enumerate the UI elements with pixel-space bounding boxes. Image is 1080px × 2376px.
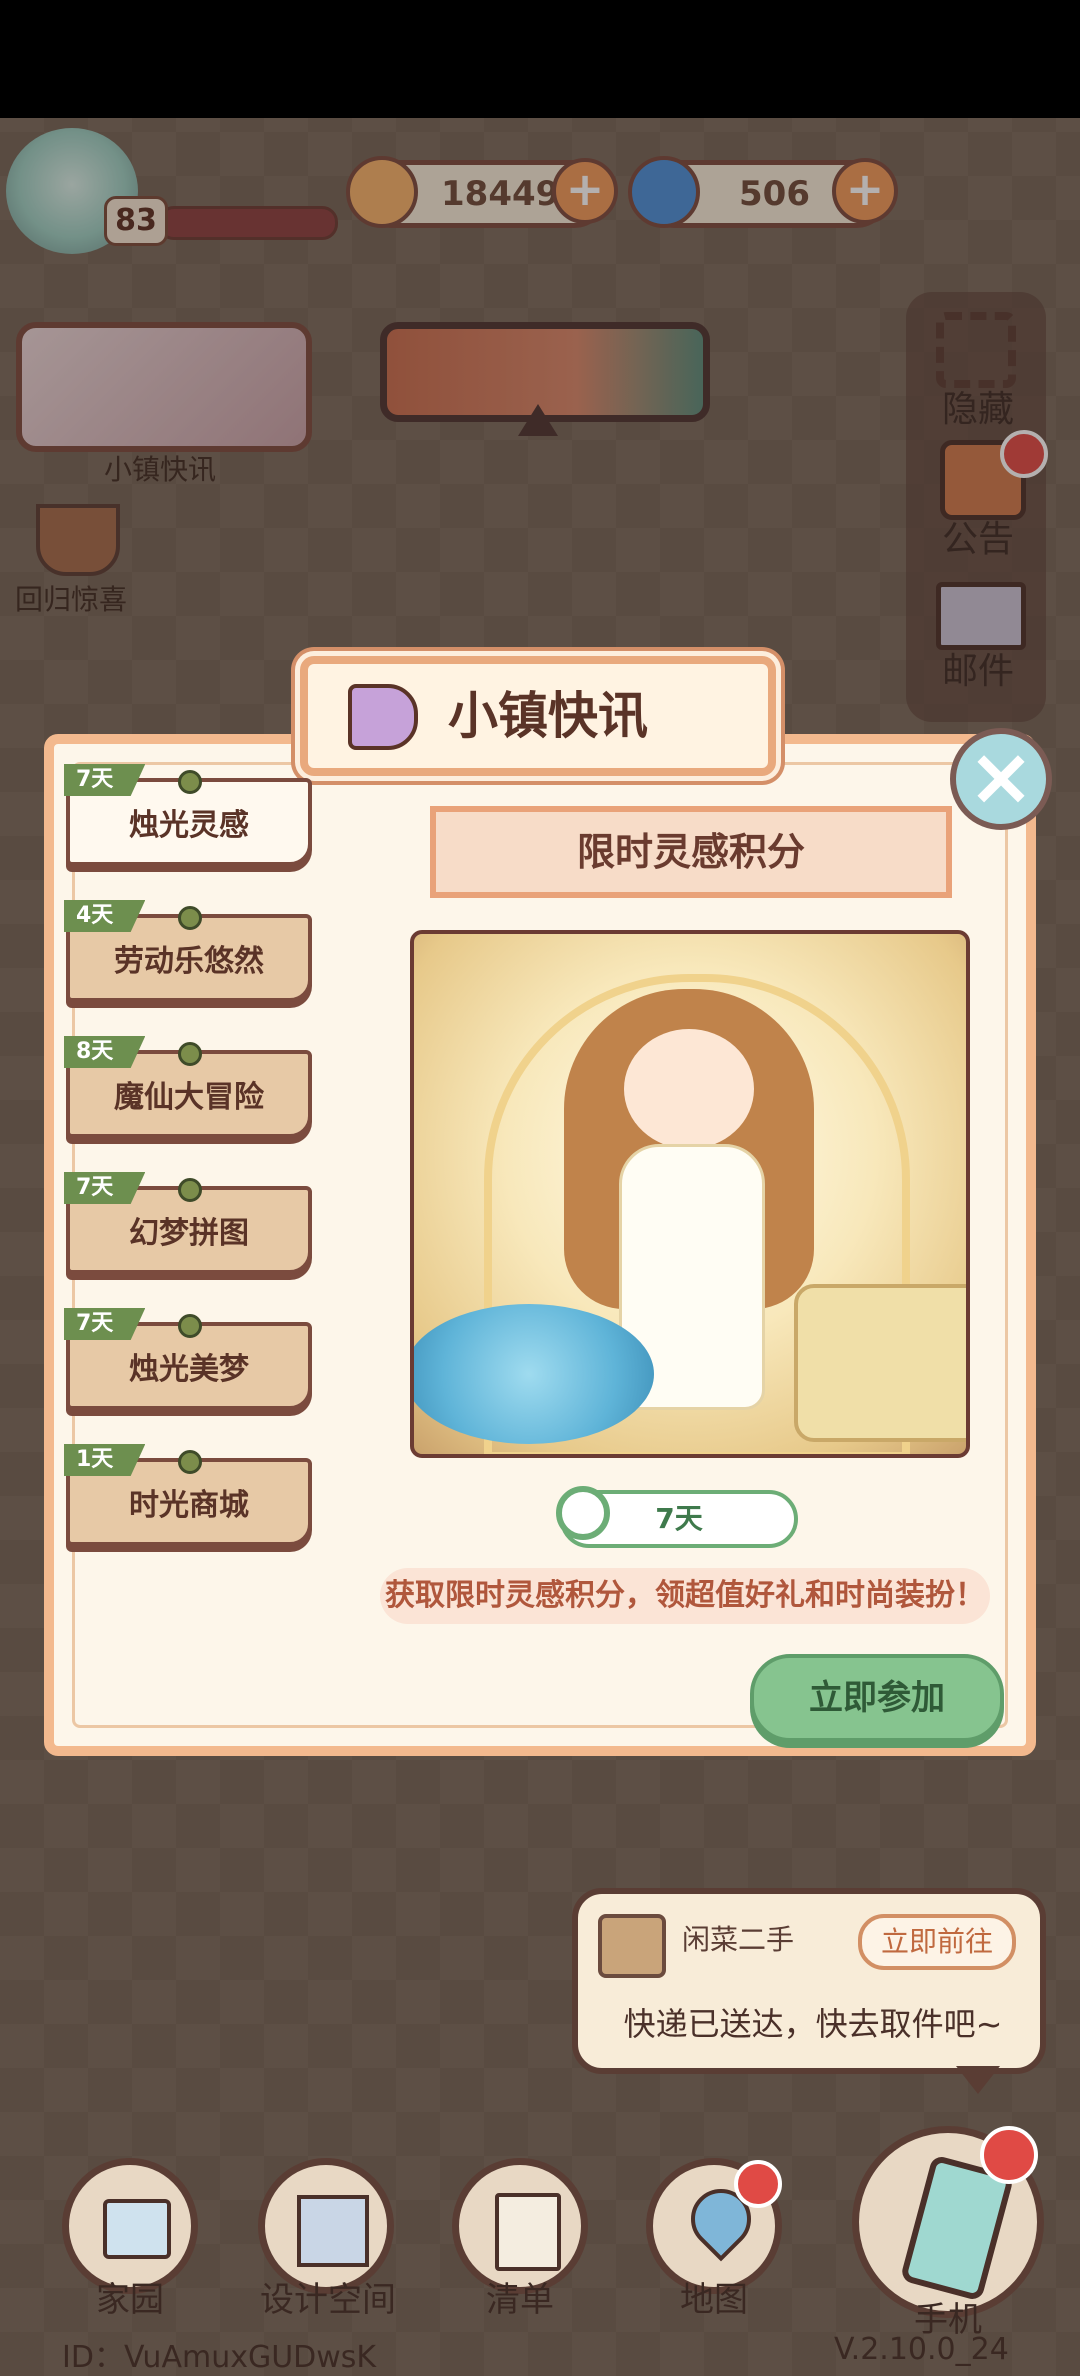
- tab-label: 烛光灵感: [129, 808, 249, 843]
- pin-icon: [178, 1178, 202, 1202]
- tab-days-badge: 7天: [64, 1172, 146, 1204]
- character-face: [624, 1029, 754, 1149]
- notification-message: 快递已送达，快去取件吧~: [623, 2005, 1003, 2043]
- bubble-tail: [956, 2066, 1000, 2094]
- clock-icon: [556, 1486, 610, 1540]
- player-id: ID：VuAmuxGUDwsK: [62, 2340, 377, 2375]
- nav-design-label: 设计空间: [260, 2280, 396, 2320]
- blueprint-icon: [297, 2195, 369, 2267]
- pin-icon: [178, 1450, 202, 1474]
- dialog-title: 小镇快讯: [448, 687, 648, 745]
- delivery-notification[interactable]: 闲菜二手 立即前往 快递已送达，快去取件吧~: [572, 1888, 1046, 2074]
- tab-days-badge: 8天: [64, 1036, 146, 1068]
- tab-label: 时光商城: [129, 1488, 249, 1523]
- package-icon: [598, 1914, 666, 1978]
- game-version: V.2.10.0_24: [834, 2332, 1009, 2367]
- reward-gems-pile: [414, 1304, 654, 1444]
- tab-days-badge: 7天: [64, 764, 146, 796]
- pin-icon: [178, 906, 202, 930]
- tab-candlelight-inspiration[interactable]: 7天 烛光灵感: [64, 764, 312, 866]
- notification-sender: 闲菜二手: [682, 1923, 795, 1956]
- event-illustration: [410, 930, 970, 1458]
- map-notification-dot: [734, 2160, 782, 2208]
- event-timer: 7天: [556, 1486, 798, 1548]
- tab-label: 幻梦拼图: [129, 1216, 249, 1251]
- house-icon: [103, 2199, 171, 2259]
- nav-home-label: 家园: [96, 2280, 164, 2320]
- reward-scrolls: [794, 1284, 966, 1442]
- event-description: 获取限时灵感积分，领超值好礼和时尚装扮！: [380, 1568, 990, 1624]
- tab-label: 魔仙大冒险: [114, 1080, 264, 1115]
- tab-label: 劳动乐悠然: [114, 944, 264, 979]
- tab-magic-adventure[interactable]: 8天 魔仙大冒险: [64, 1036, 312, 1138]
- pin-icon: [178, 770, 202, 794]
- content-title: 限时灵感积分: [430, 806, 952, 898]
- pin-icon: [178, 1314, 202, 1338]
- close-button[interactable]: ×: [950, 728, 1052, 830]
- tab-time-mall[interactable]: 1天 时光商城: [64, 1444, 312, 1546]
- timer-value: 7天: [655, 1502, 703, 1535]
- join-now-button[interactable]: 立即参加: [750, 1654, 1004, 1742]
- dialog-title-plate: 小镇快讯: [300, 656, 776, 776]
- nav-list-label: 清单: [486, 2280, 554, 2320]
- tab-candlelight-dream[interactable]: 7天 烛光美梦: [64, 1308, 312, 1410]
- tab-labor-leisure[interactable]: 4天 劳动乐悠然: [64, 900, 312, 1002]
- checklist-icon: [495, 2193, 561, 2271]
- tab-days-badge: 7天: [64, 1308, 146, 1340]
- go-now-button[interactable]: 立即前往: [858, 1914, 1016, 1970]
- tab-label: 烛光美梦: [129, 1352, 249, 1387]
- megaphone-icon: [348, 684, 418, 750]
- nav-map-label: 地图: [680, 2280, 748, 2320]
- tab-dream-puzzle[interactable]: 7天 幻梦拼图: [64, 1172, 312, 1274]
- tab-days-badge: 4天: [64, 900, 146, 932]
- status-bar: [0, 0, 1080, 118]
- phone-notification-dot: [980, 2126, 1038, 2184]
- tab-days-badge: 1天: [64, 1444, 146, 1476]
- pin-icon: [178, 1042, 202, 1066]
